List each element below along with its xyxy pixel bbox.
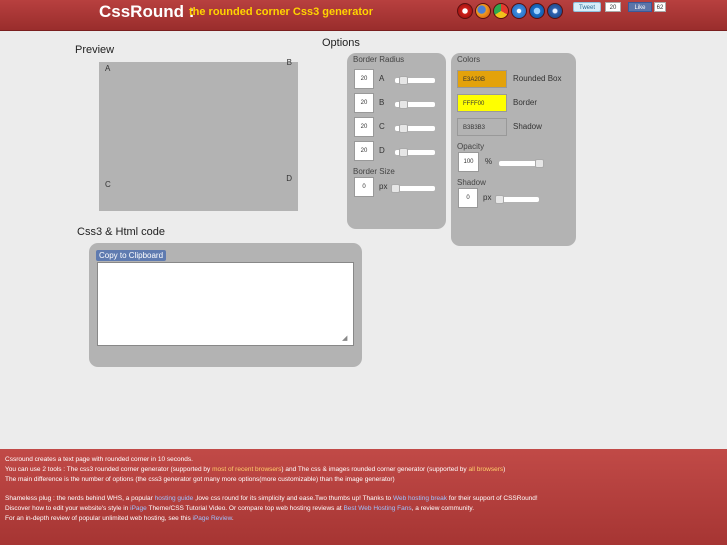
web-hosting-break-link[interactable]: Web hosting break: [393, 495, 447, 502]
hosting-guide-link[interactable]: hosting guide: [155, 495, 194, 502]
shadow-size-slider-handle[interactable]: [495, 195, 504, 204]
radius-b-label: B: [379, 98, 385, 107]
code-section-title: Css3 & Html code: [77, 226, 166, 238]
footer-discover-text-c: , a review community.: [411, 505, 474, 512]
colors-heading: Colors: [457, 55, 481, 64]
footer-review-line: For an in-depth review of popular unlimi…: [5, 515, 234, 522]
options-title: Options: [322, 37, 360, 49]
border-radius-heading: Border Radius: [353, 55, 405, 64]
colors-panel: Colors E3A20B Rounded Box FFFF00 Border …: [451, 53, 576, 246]
footer-plug-line: Shameless plug : the nerds behind WHS, a…: [5, 495, 538, 502]
shadow-size-unit: px: [483, 193, 492, 202]
copy-to-clipboard-button[interactable]: Copy to Clipboard: [96, 250, 167, 261]
footer-tools-text-b: ) and The css & images rounded corner ge…: [281, 466, 469, 473]
firefox-icon: [475, 3, 491, 19]
footer-plug-text-c: for their support of CSSRound!: [447, 495, 538, 502]
footer-review-text-a: For an in-depth review of popular unlimi…: [5, 515, 193, 522]
shadow-color-label: Shadow: [513, 122, 542, 131]
footer-review-text-b: .: [231, 515, 234, 522]
all-browsers-link[interactable]: all browsers: [468, 466, 503, 473]
tweet-count: 20: [605, 2, 621, 12]
rounded-box-color-label: Rounded Box: [513, 74, 562, 83]
code-panel: Copy to Clipboard ◢: [89, 243, 362, 367]
border-color-input[interactable]: FFFF00: [457, 94, 507, 112]
border-size-slider[interactable]: [395, 186, 435, 191]
browser-icons: [457, 3, 563, 19]
shadow-color-input[interactable]: B3B3B3: [457, 118, 507, 136]
ie-icon: [529, 3, 545, 19]
header-bar: CssRound : the rounded corner Css3 gener…: [0, 0, 727, 31]
code-output-textarea[interactable]: [97, 262, 354, 346]
footer-discover-text-a: Discover how to edit your website's styl…: [5, 505, 131, 512]
footer-tools-text-c: ): [503, 466, 506, 473]
corner-label-c: C: [105, 180, 111, 189]
app-title-text: CssRound: [99, 2, 184, 21]
opacity-input[interactable]: 100: [458, 152, 479, 172]
ipage-review-link[interactable]: iPage Review: [193, 515, 232, 522]
radius-d-slider-handle[interactable]: [399, 148, 408, 157]
opera-icon: [457, 3, 473, 19]
footer-tools-line: You can use 2 tools : The css3 rounded c…: [5, 466, 505, 473]
border-size-unit: px: [379, 182, 388, 191]
shadow-heading: Shadow: [457, 178, 486, 187]
opacity-unit: %: [485, 157, 493, 166]
radius-b-input[interactable]: 20: [354, 93, 374, 113]
radius-a-slider-handle[interactable]: [399, 76, 408, 85]
corner-label-a: A: [105, 64, 111, 73]
footer-difference: The main difference is the number of opt…: [5, 476, 395, 483]
chrome-icon: [493, 3, 509, 19]
footer-plug-text-a: Shameless plug : the nerds behind WHS, a…: [5, 495, 155, 502]
radius-b-slider-handle[interactable]: [399, 100, 408, 109]
best-web-hosting-fans-link[interactable]: Best Web Hosting Fans: [343, 505, 411, 512]
app-subtitle: the rounded corner Css3 generator: [189, 6, 373, 18]
footer-discover-text-b: Theme/CSS Tutorial Video. Or compare top…: [146, 505, 344, 512]
radius-c-input[interactable]: 20: [354, 117, 374, 137]
footer-intro: Cssround creates a text page with rounde…: [5, 456, 193, 463]
footer-tools-text-a: You can use 2 tools : The css3 rounded c…: [5, 466, 213, 473]
shadow-size-input[interactable]: 0: [458, 188, 478, 208]
border-size-input[interactable]: 0: [354, 177, 374, 197]
border-size-heading: Border Size: [353, 167, 395, 176]
border-color-label: Border: [513, 98, 538, 107]
corner-label-d: D: [286, 174, 292, 183]
like-button[interactable]: Like: [628, 2, 652, 12]
netscape-icon: [547, 3, 563, 19]
border-radius-panel: Border Radius 20 A 20 B 20 C 20 D Border…: [347, 53, 446, 229]
footer-discover-line: Discover how to edit your website's styl…: [5, 505, 474, 512]
safari-icon: [511, 3, 527, 19]
radius-c-label: C: [379, 122, 385, 131]
preview-box: A B C D: [99, 58, 298, 211]
footer: Cssround creates a text page with rounde…: [0, 449, 727, 545]
like-count: 62: [654, 2, 666, 12]
radius-a-input[interactable]: 20: [354, 69, 374, 89]
preview-title: Preview: [75, 44, 115, 56]
rounded-box-color-input[interactable]: E3A20B: [457, 70, 507, 88]
border-size-slider-handle[interactable]: [391, 184, 400, 193]
app-title: CssRound :: [99, 2, 194, 22]
footer-plug-text-b: ,love css round for its simplicity and e…: [193, 495, 393, 502]
recent-browsers-link[interactable]: most of recent browsers: [212, 466, 281, 473]
tweet-button[interactable]: Tweet: [573, 2, 601, 12]
radius-c-slider-handle[interactable]: [399, 124, 408, 133]
radius-d-label: D: [379, 146, 385, 155]
resize-grip-icon[interactable]: ◢: [342, 334, 360, 366]
ipage-link[interactable]: iPage: [130, 505, 147, 512]
opacity-heading: Opacity: [457, 142, 485, 151]
radius-d-input[interactable]: 20: [354, 141, 374, 161]
opacity-slider-handle[interactable]: [535, 159, 544, 168]
corner-label-b: B: [286, 58, 292, 67]
radius-a-label: A: [379, 74, 385, 83]
